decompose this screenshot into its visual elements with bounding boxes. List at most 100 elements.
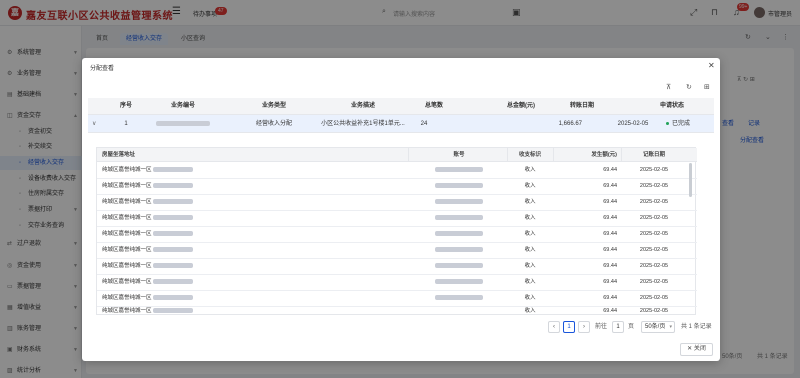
- detail-date: 2025-02-05: [639, 199, 669, 205]
- pager-total: 共 1 条记录: [681, 324, 712, 330]
- col-index: 序号: [119, 103, 132, 109]
- goto-label: 前往: [595, 324, 608, 330]
- allocation-dialog: 分配查看 ✕ ⊼ ↻ ⊞ 序号 业务编号 业务类型 业务描述 总笔数 总金额(元…: [82, 58, 720, 361]
- filter-icon[interactable]: ⊼: [666, 83, 671, 91]
- col-date: 转账日期: [569, 103, 594, 109]
- detail-address: 纯城区嘉誉纯城一区: [102, 307, 302, 316]
- detail-row[interactable]: 纯城区嘉誉纯城一区 收入 69.44 2025-02-05: [97, 307, 697, 316]
- detail-account: [409, 227, 509, 242]
- columns-icon[interactable]: ⊞: [704, 83, 710, 91]
- detail-address: 纯城区嘉誉纯城一区: [102, 227, 302, 242]
- detail-account: [409, 243, 509, 258]
- detail-amount: 69.44: [603, 247, 617, 253]
- detail-row[interactable]: 纯城区嘉誉纯城一区 收入 69.44 2025-02-05: [97, 243, 697, 259]
- detail-date: 2025-02-05: [639, 215, 669, 221]
- detail-row[interactable]: 纯城区嘉誉纯城一区 收入 69.44 2025-02-05: [97, 195, 697, 211]
- col-status: 申请状态: [659, 103, 684, 109]
- detail-amount: 69.44: [603, 183, 617, 189]
- detail-row[interactable]: 纯城区嘉誉纯城一区 收入 69.44 2025-02-05: [97, 227, 697, 243]
- prev-page-button[interactable]: ‹: [548, 321, 560, 333]
- detail-direction: 收入: [524, 279, 536, 285]
- col-booking-date: 记账日期: [642, 152, 665, 158]
- dialog-title: 分配查看: [90, 66, 115, 72]
- detail-address: 纯城区嘉誉纯城一区: [102, 243, 302, 258]
- row-count: 24: [420, 121, 428, 127]
- detail-row[interactable]: 纯城区嘉誉纯城一区 收入 69.44 2025-02-05: [97, 211, 697, 227]
- detail-direction: 收入: [524, 295, 536, 301]
- detail-address: 纯城区嘉誉纯城一区: [102, 275, 302, 290]
- next-page-button[interactable]: ›: [578, 321, 590, 333]
- row-description: 小区公共收益补充1号楼1单元...: [321, 121, 405, 127]
- detail-address: 纯城区嘉誉纯城一区: [102, 211, 302, 226]
- detail-account: [409, 259, 509, 274]
- redacted-value: [153, 279, 194, 285]
- detail-date: 2025-02-05: [639, 295, 669, 301]
- redacted-value: [153, 215, 194, 221]
- redacted-value: [153, 263, 194, 269]
- close-icon[interactable]: ✕: [708, 61, 715, 70]
- detail-direction: 收入: [524, 167, 536, 173]
- table-header: 序号 业务编号 业务类型 业务描述 总笔数 总金额(元) 转账日期 申请状态: [88, 98, 714, 115]
- redacted-value: [153, 167, 194, 173]
- row-amount: 1,666.67: [558, 121, 582, 127]
- redacted-value: [435, 215, 483, 221]
- detail-amount: 69.44: [603, 199, 617, 205]
- redacted-value: [153, 308, 194, 314]
- detail-amount: 69.44: [603, 263, 617, 269]
- close-button[interactable]: ✕ 关闭: [680, 343, 713, 356]
- detail-amount: 69.44: [603, 308, 617, 314]
- row-status: 已完成: [648, 115, 708, 132]
- redacted-value: [435, 167, 483, 173]
- goto-page-input[interactable]: 1: [612, 321, 624, 333]
- row-index: 1: [124, 121, 128, 127]
- refresh-icon[interactable]: ↻: [686, 83, 692, 91]
- page-size-select[interactable]: 50条/页 ▾: [641, 321, 675, 333]
- detail-account: [409, 275, 509, 290]
- row-amount-anchor: [586, 115, 596, 132]
- detail-direction: 收入: [524, 247, 536, 253]
- detail-amount: 69.44: [603, 167, 617, 173]
- detail-account: [409, 291, 509, 306]
- row-business-no: [142, 115, 224, 132]
- col-direction: 收支标识: [518, 152, 541, 158]
- redacted-value: [153, 247, 194, 253]
- detail-row[interactable]: 纯城区嘉誉纯城一区 收入 69.44 2025-02-05: [97, 275, 697, 291]
- detail-address: 纯城区嘉誉纯城一区: [102, 179, 302, 194]
- redacted-value: [153, 231, 194, 237]
- detail-direction: 收入: [524, 199, 536, 205]
- page-1-button[interactable]: 1: [563, 321, 575, 333]
- redacted-value: [435, 279, 483, 285]
- col-type: 业务类型: [261, 103, 286, 109]
- detail-date: 2025-02-05: [639, 247, 669, 253]
- detail-account: [409, 179, 509, 194]
- detail-direction: 收入: [524, 183, 536, 189]
- redacted-value: [435, 199, 483, 205]
- detail-direction: 收入: [524, 215, 536, 221]
- detail-row[interactable]: 纯城区嘉誉纯城一区 收入 69.44 2025-02-05: [97, 179, 697, 195]
- row-type: 经营收入分配: [255, 121, 292, 127]
- detail-direction: 收入: [524, 263, 536, 269]
- col-account: 账号: [453, 152, 465, 158]
- detail-amount: 69.44: [603, 215, 617, 221]
- chevron-down-icon[interactable]: ∨: [92, 115, 96, 133]
- detail-date: 2025-02-05: [639, 279, 669, 285]
- col-description: 业务描述: [350, 103, 375, 109]
- detail-date: 2025-02-05: [639, 231, 669, 237]
- redacted-value: [435, 183, 483, 189]
- detail-row[interactable]: 纯城区嘉誉纯城一区 收入 69.44 2025-02-05: [97, 259, 697, 275]
- detail-date: 2025-02-05: [639, 308, 669, 314]
- table-row[interactable]: ∨ 1 经营收入分配 小区公共收益补充1号楼1单元... 24 1,666.67…: [88, 115, 714, 133]
- col-occur-amount: 发生额(元): [591, 152, 617, 158]
- detail-row[interactable]: 纯城区嘉誉纯城一区 收入 69.44 2025-02-05: [97, 291, 697, 307]
- detail-amount: 69.44: [603, 279, 617, 285]
- redacted-value: [153, 183, 194, 189]
- detail-scrollbar[interactable]: [689, 163, 692, 197]
- detail-address: 纯城区嘉誉纯城一区: [102, 291, 302, 306]
- redacted-value: [153, 295, 194, 301]
- detail-row[interactable]: 纯城区嘉誉纯城一区 收入 69.44 2025-02-05: [97, 163, 697, 179]
- detail-amount: 69.44: [603, 231, 617, 237]
- chevron-down-icon: ▾: [669, 324, 672, 330]
- status-dot: [665, 121, 669, 125]
- redacted-value: [435, 247, 483, 253]
- col-count: 总笔数: [424, 103, 443, 109]
